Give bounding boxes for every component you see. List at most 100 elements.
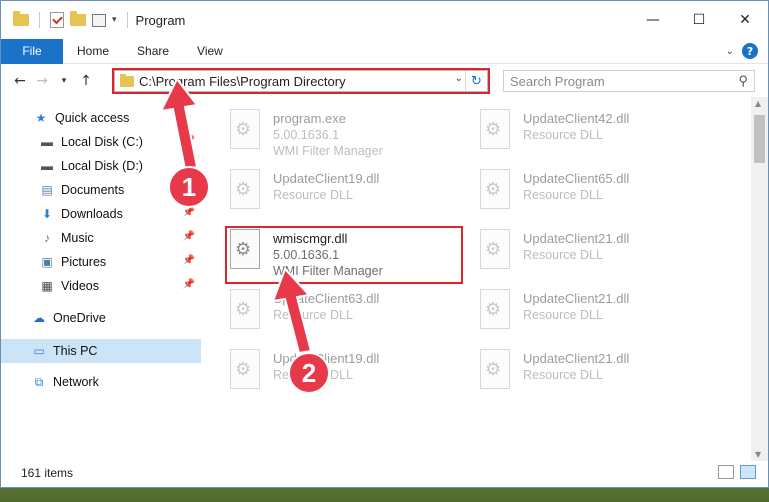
file-name: UpdateClient65.dll <box>523 171 630 186</box>
pin-icon: 📌 <box>182 135 195 146</box>
file-description: Resource DLL <box>273 368 353 382</box>
sidebar-item-label: Downloads <box>61 207 123 221</box>
tab-share[interactable]: Share <box>123 44 183 58</box>
list-item[interactable]: ⚙ program.exe 5.00.1636.1 WMI Filter Man… <box>227 109 467 167</box>
downloads-icon: ⬇ <box>41 207 53 221</box>
list-item[interactable]: ⚙ UpdateClient42.dll Resource DLL <box>477 109 717 167</box>
tab-home[interactable]: Home <box>63 44 123 58</box>
dll-file-icon: ⚙ <box>477 229 515 273</box>
dll-file-icon: ⚙ <box>477 349 515 393</box>
dll-file-icon: ⚙ <box>477 109 515 153</box>
list-item[interactable]: ⚙ UpdateClient65.dll Resource DLL <box>477 169 717 227</box>
dll-file-icon: ⚙ <box>227 349 265 393</box>
network-icon: ⧉ <box>34 374 44 389</box>
minimize-button[interactable]: — <box>630 1 676 39</box>
sidebar-item-downloads[interactable]: ⬇ Downloads 📌 <box>1 202 201 226</box>
file-description: Resource DLL <box>523 248 603 262</box>
explorer-window: ▾ Program — ☐ ✕ File Home Share View ⌄ ?… <box>0 0 769 488</box>
forward-arrow-icon[interactable]: → <box>31 73 53 89</box>
close-button[interactable]: ✕ <box>722 1 768 39</box>
properties-check-icon[interactable] <box>50 12 64 28</box>
toolbar-divider <box>39 12 40 28</box>
sidebar-item-label: OneDrive <box>53 311 106 325</box>
file-description: Resource DLL <box>523 188 603 202</box>
sidebar-item-label: Network <box>53 375 99 389</box>
sidebar-item-pictures[interactable]: ▣ Pictures 📌 <box>1 250 201 274</box>
scrollbar-thumb[interactable] <box>754 115 765 163</box>
cloud-icon: ☁ <box>33 311 45 325</box>
file-name: UpdateClient21.dll <box>523 351 630 366</box>
exe-file-icon: ⚙ <box>227 109 265 153</box>
details-view-icon[interactable] <box>718 465 734 479</box>
quick-access-toolbar: ▾ <box>13 11 132 28</box>
dll-file-icon: ⚙ <box>227 289 265 333</box>
sidebar-item-quick-access[interactable]: ★ Quick access <box>1 106 201 130</box>
back-arrow-icon[interactable]: ← <box>9 73 31 89</box>
file-highlight-box <box>225 226 463 284</box>
file-name: UpdateClient42.dll <box>523 111 630 126</box>
view-options-icon[interactable] <box>92 13 106 27</box>
ribbon-tabs: File Home Share View ⌄ ? <box>1 38 768 64</box>
list-item[interactable]: ⚙ UpdateClient63.dll Resource DLL <box>227 289 467 347</box>
file-version: 5.00.1636.1 <box>273 128 340 142</box>
list-item[interactable]: ⚙ UpdateClient21.dll Resource DLL <box>477 289 717 347</box>
sidebar-item-videos[interactable]: ▦ Videos 📌 <box>1 274 201 298</box>
ribbon-right-controls: ⌄ ? <box>726 43 758 59</box>
tab-view[interactable]: View <box>183 44 237 58</box>
search-icon[interactable]: ⚲ <box>738 73 748 89</box>
tab-file[interactable]: File <box>1 38 63 64</box>
file-description: Resource DLL <box>523 308 603 322</box>
list-item[interactable]: ⚙ UpdateClient21.dll Resource DLL <box>477 349 717 407</box>
sidebar-item-local-disk-c[interactable]: ▬ Local Disk (C:) 📌 <box>1 130 201 154</box>
file-name: UpdateClient21.dll <box>523 291 630 306</box>
file-name: UpdateClient19.dll <box>273 171 380 186</box>
sidebar-item-this-pc[interactable]: ▭ This PC <box>1 339 201 363</box>
sidebar-item-label: Local Disk (C:) <box>61 135 143 149</box>
sidebar-item-documents[interactable]: ▤ Documents 📌 <box>1 178 201 202</box>
file-description: Resource DLL <box>523 368 603 382</box>
vertical-scrollbar[interactable]: ▲ ▼ <box>751 97 768 461</box>
view-switcher <box>718 465 756 479</box>
file-name: program.exe <box>273 111 346 126</box>
sidebar-item-label: Videos <box>61 279 99 293</box>
file-description: Resource DLL <box>273 308 353 322</box>
sidebar-item-network[interactable]: ⧉ Network <box>1 370 201 394</box>
star-icon: ★ <box>35 111 47 125</box>
music-icon: ♪ <box>44 231 50 245</box>
expand-ribbon-chevron-icon[interactable]: ⌄ <box>726 46 734 57</box>
scroll-down-icon[interactable]: ▼ <box>755 450 761 459</box>
sidebar-item-onedrive[interactable]: ☁ OneDrive <box>1 306 201 330</box>
list-item[interactable]: ⚙ UpdateClient19.dll Resource DLL <box>227 169 467 227</box>
customize-toolbar-caret-icon[interactable]: ▾ <box>112 15 117 25</box>
list-item[interactable]: ⚙ UpdateClient21.dll Resource DLL <box>477 229 717 287</box>
search-placeholder: Search Program <box>510 73 605 89</box>
sidebar-item-label: Quick access <box>55 111 130 125</box>
window-controls: — ☐ ✕ <box>630 1 768 39</box>
tiles-view-icon[interactable] <box>740 465 756 479</box>
pin-icon: 📌 <box>182 255 195 266</box>
list-item[interactable]: ⚙ UpdateClient19.dll Resource DLL <box>227 349 467 407</box>
pin-icon: 📌 <box>182 279 195 290</box>
help-icon[interactable]: ? <box>742 43 758 59</box>
file-description: WMI Filter Manager <box>273 144 383 158</box>
address-highlight-box <box>112 68 490 94</box>
pc-icon: ▭ <box>33 344 45 358</box>
videos-icon: ▦ <box>41 279 53 293</box>
pin-icon: 📌 <box>182 183 195 194</box>
folder-icon[interactable] <box>13 11 29 26</box>
new-folder-icon[interactable] <box>70 11 86 26</box>
sidebar-item-music[interactable]: ♪ Music 📌 <box>1 226 201 250</box>
search-input[interactable]: Search Program ⚲ <box>503 70 755 92</box>
recent-locations-caret-icon[interactable]: ▾ <box>53 76 75 86</box>
title-bar: ▾ Program — ☐ ✕ <box>1 1 768 39</box>
dll-file-icon: ⚙ <box>227 169 265 213</box>
drive-icon: ▬ <box>41 159 53 173</box>
file-name: UpdateClient19.dll <box>273 351 380 366</box>
up-arrow-icon[interactable]: ↑ <box>75 73 97 89</box>
scroll-up-icon[interactable]: ▲ <box>755 99 761 108</box>
window-title: Program <box>135 12 186 28</box>
maximize-button[interactable]: ☐ <box>676 1 722 39</box>
sidebar-item-local-disk-d[interactable]: ▬ Local Disk (D:) 📌 <box>1 154 201 178</box>
file-description: Resource DLL <box>523 128 603 142</box>
documents-icon: ▤ <box>41 183 53 197</box>
